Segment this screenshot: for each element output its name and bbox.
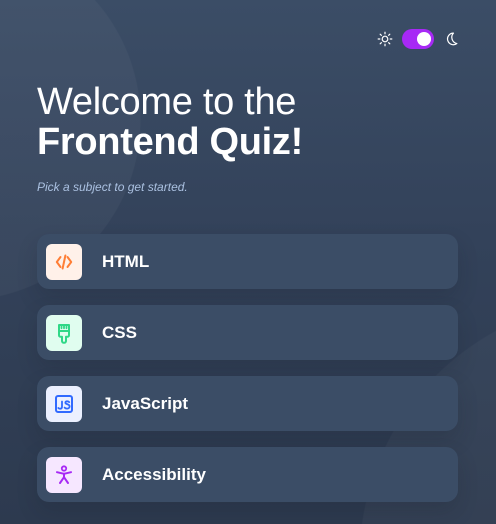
subject-label-accessibility: Accessibility [102, 464, 206, 484]
javascript-icon [55, 394, 73, 413]
quiz-home-page: Welcome to the Frontend Quiz! Pick a sub… [0, 0, 496, 524]
moon-icon [446, 32, 458, 46]
theme-switch[interactable] [402, 29, 434, 49]
css-icon [58, 323, 70, 344]
hero-section: Welcome to the Frontend Quiz! Pick a sub… [37, 82, 457, 194]
subject-option-javascript[interactable]: JavaScript [37, 376, 458, 431]
subject-option-accessibility[interactable]: Accessibility [37, 447, 458, 502]
sun-icon [377, 31, 393, 47]
subject-label-javascript: JavaScript [102, 393, 188, 413]
css-icon-tile [46, 314, 82, 351]
subject-label-html: HTML [102, 251, 150, 271]
subject-label-css: CSS [102, 322, 137, 342]
html-icon [55, 254, 73, 269]
html-icon-tile [46, 243, 82, 280]
accessibility-icon [56, 464, 72, 484]
subject-list: HTML CSS JavaScript Accessibility [37, 234, 458, 518]
accessibility-icon-tile [46, 456, 82, 493]
subject-option-css[interactable]: CSS [37, 305, 458, 360]
javascript-icon-tile [46, 385, 82, 422]
page-subtitle: Pick a subject to get started. [37, 180, 188, 194]
subject-option-html[interactable]: HTML [37, 234, 458, 289]
theme-toggle[interactable] [377, 29, 459, 49]
page-title-line-2: Frontend Quiz! [37, 121, 303, 163]
theme-switch-thumb[interactable] [417, 32, 431, 46]
page-title-line-1: Welcome to the [37, 81, 297, 123]
